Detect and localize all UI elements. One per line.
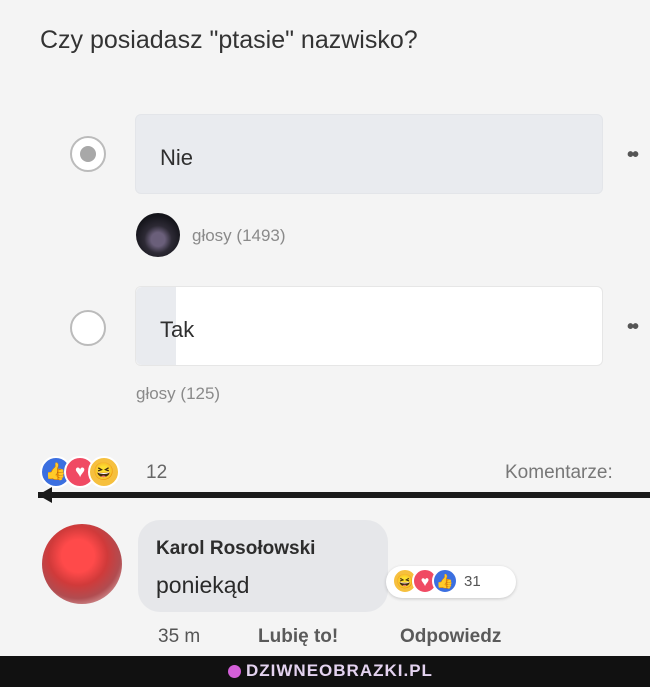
comment-reactions[interactable]: 😆 ♥ 👍 31: [386, 566, 516, 598]
comment-bubble: Karol Rosołowski poniekąd: [138, 520, 388, 612]
more-options-icon[interactable]: ••: [627, 144, 639, 167]
like-comment-button[interactable]: Lubię to!: [258, 626, 338, 648]
poll-option-nie[interactable]: Nie: [135, 114, 603, 194]
comment-timestamp[interactable]: 35 m: [158, 626, 200, 648]
divider: [38, 487, 650, 503]
haha-icon: 😆: [88, 456, 120, 488]
poll-option-label: Tak: [160, 317, 195, 342]
radio-selected-dot: [80, 146, 96, 162]
watermark-bar: DZIWNEOBRAZKI.PL: [0, 656, 650, 687]
reactions-count[interactable]: 12: [146, 462, 167, 484]
votes-count[interactable]: głosy (1493): [192, 226, 286, 246]
poll-question: Czy posiadasz "ptasie" nazwisko?: [40, 26, 418, 54]
radio-option-nie[interactable]: [70, 136, 106, 172]
comment-author[interactable]: Karol Rosołowski: [156, 538, 315, 560]
comments-link[interactable]: Komentarze:: [505, 462, 613, 484]
site-logo-icon: [228, 665, 241, 678]
voter-avatar[interactable]: [136, 213, 180, 257]
poll-option-label: Nie: [160, 145, 194, 170]
radio-option-tak[interactable]: [70, 310, 106, 346]
votes-count[interactable]: głosy (125): [136, 384, 220, 404]
comment-text: poniekąd: [156, 572, 250, 598]
more-options-icon[interactable]: ••: [627, 316, 639, 339]
poll-option-tak[interactable]: Tak: [135, 286, 603, 366]
like-icon: 👍: [432, 568, 458, 594]
watermark-text: DZIWNEOBRAZKI.PL: [246, 661, 433, 680]
comment-author-avatar[interactable]: [42, 524, 122, 604]
comment-reaction-count: 31: [464, 573, 481, 590]
reactions-summary[interactable]: 👍 ♥ 😆: [40, 456, 150, 490]
reply-button[interactable]: Odpowiedz: [400, 626, 501, 648]
